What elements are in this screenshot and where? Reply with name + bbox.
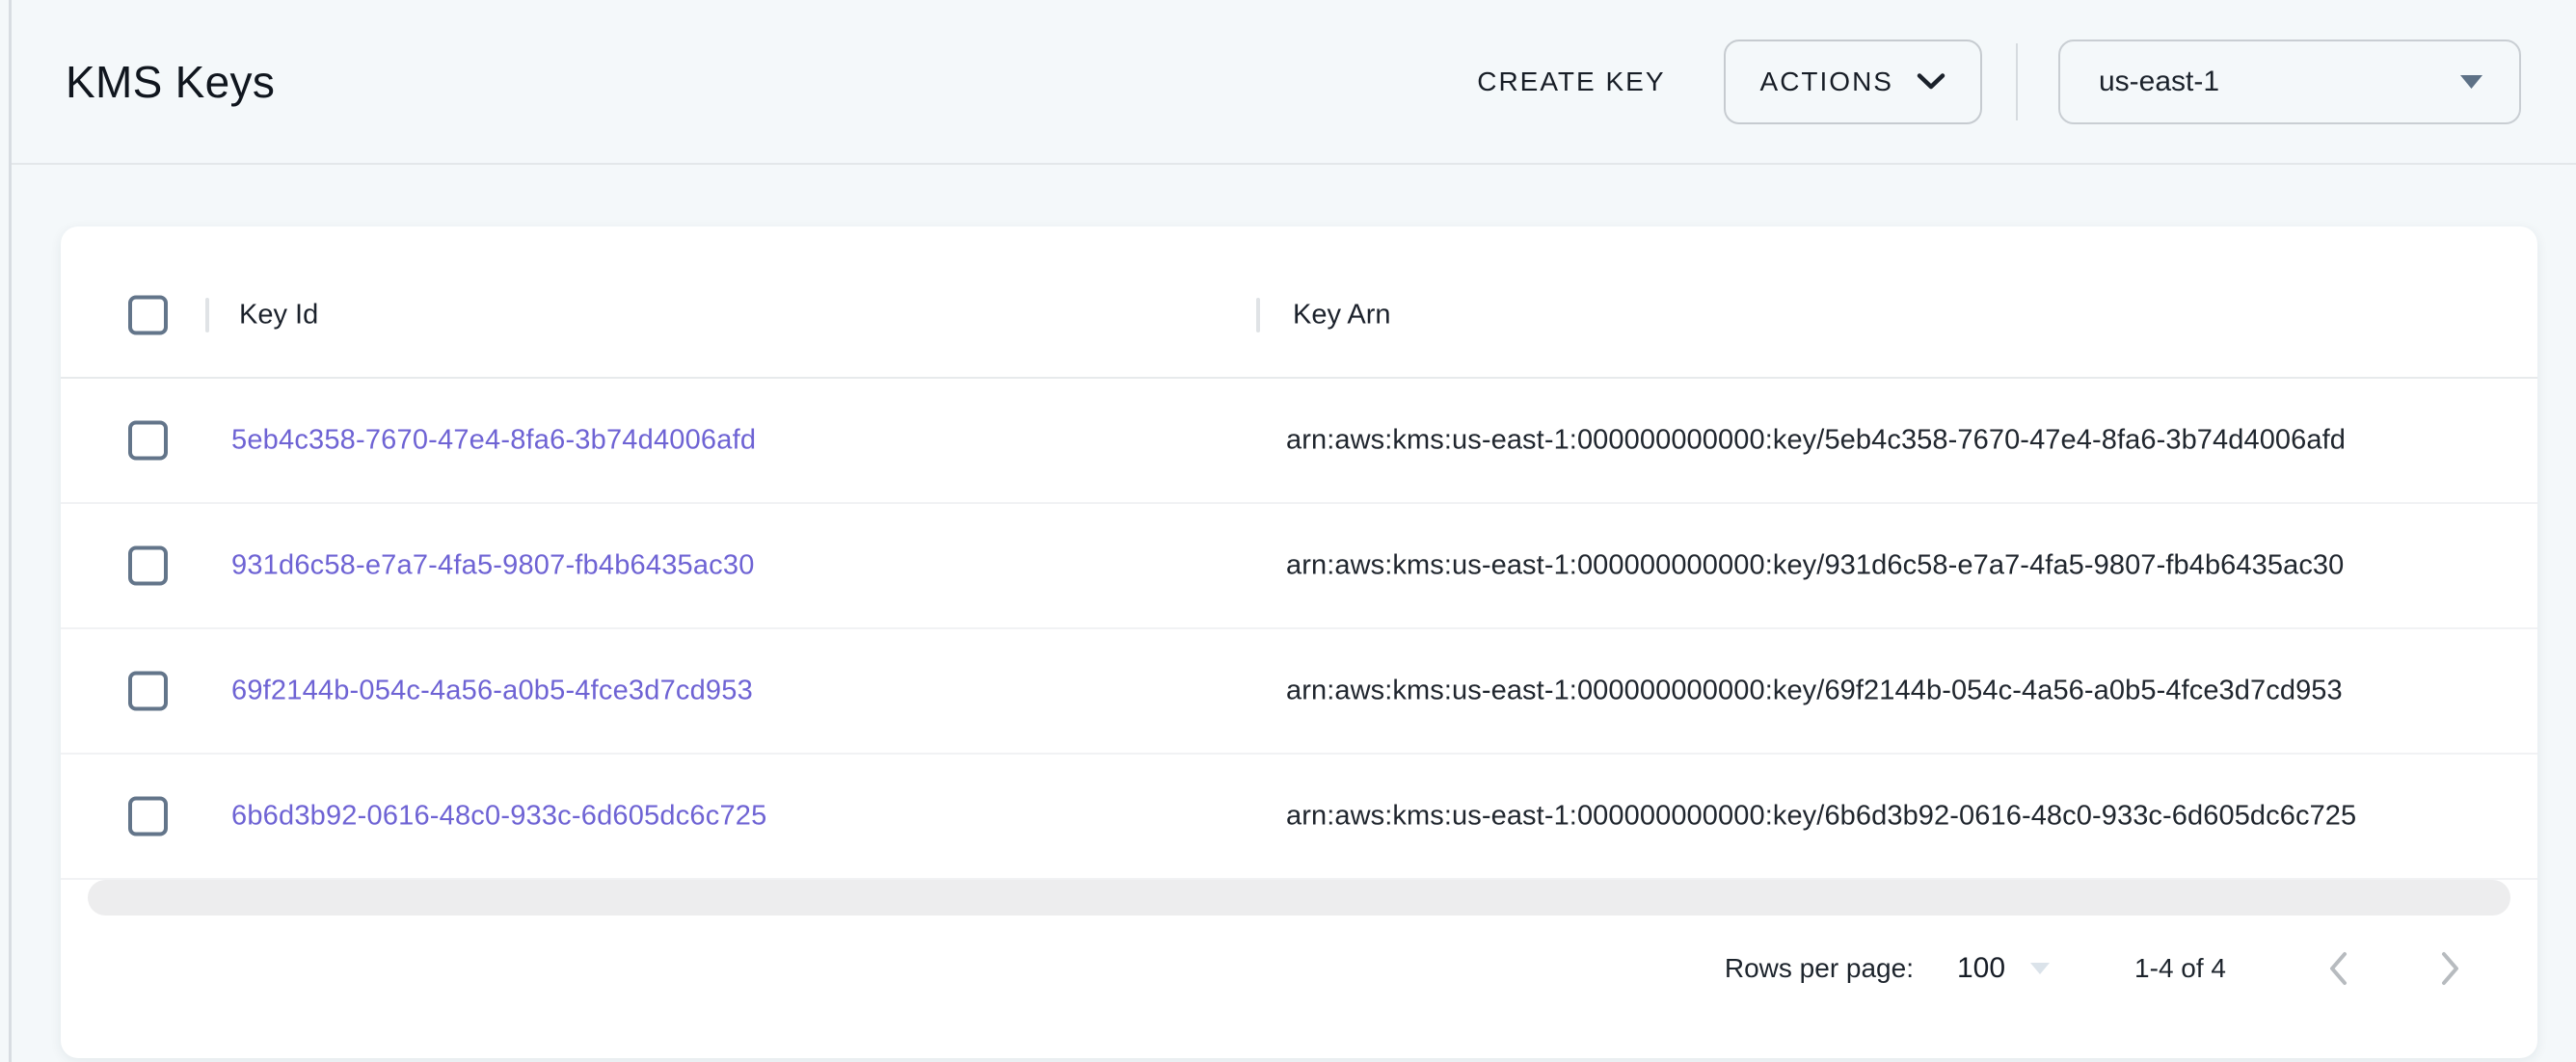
- table-row: 69f2144b-054c-4a56-a0b5-4fce3d7cd953 arn…: [61, 629, 2537, 755]
- rows-per-page-label: Rows per page:: [1725, 953, 1914, 984]
- select-all-checkbox[interactable]: [128, 296, 168, 335]
- header-actions: CREATE KEY ACTIONS us-east-1: [1477, 40, 2521, 124]
- column-separator: [205, 298, 209, 332]
- region-select-value: us-east-1: [2099, 66, 2219, 98]
- chevron-right-icon: [2440, 950, 2462, 987]
- page-header: KMS Keys CREATE KEY ACTIONS us-east-1: [12, 0, 2576, 165]
- table-row: 6b6d3b92-0616-48c0-933c-6d605dc6c725 arn…: [61, 755, 2537, 880]
- table-row: 931d6c58-e7a7-4fa5-9807-fb4b6435ac30 arn…: [61, 504, 2537, 629]
- column-header-key-id[interactable]: Key Id: [239, 300, 318, 332]
- key-id-link[interactable]: 931d6c58-e7a7-4fa5-9807-fb4b6435ac30: [231, 550, 755, 582]
- key-arn-text: arn:aws:kms:us-east-1:000000000000:key/9…: [1286, 550, 2344, 582]
- actions-button-label: ACTIONS: [1760, 66, 1893, 97]
- table-pagination: Rows per page: 100 1-4 of 4: [61, 916, 2537, 1022]
- table-header-row: Key Id Key Arn: [61, 253, 2537, 379]
- kms-keys-page: KMS Keys CREATE KEY ACTIONS us-east-1: [0, 0, 2576, 1062]
- key-id-link[interactable]: 69f2144b-054c-4a56-a0b5-4fce3d7cd953: [231, 676, 753, 707]
- previous-page-button[interactable]: [2318, 947, 2356, 990]
- rows-per-page-select[interactable]: 100: [1957, 952, 2050, 985]
- rows-per-page-value: 100: [1957, 952, 2005, 985]
- actions-menu-button[interactable]: ACTIONS: [1724, 40, 1982, 124]
- keys-table-card: Key Id Key Arn 5eb4c358-7670-47e4-8fa6-3…: [61, 226, 2537, 1058]
- row-checkbox[interactable]: [128, 421, 168, 461]
- dropdown-caret-icon: [2030, 963, 2050, 974]
- key-arn-text: arn:aws:kms:us-east-1:000000000000:key/6…: [1286, 801, 2356, 833]
- left-edge-divider: [9, 0, 12, 1062]
- chevron-down-icon: [1917, 72, 1945, 91]
- header-vertical-divider: [2016, 43, 2018, 120]
- table-row: 5eb4c358-7670-47e4-8fa6-3b74d4006afd arn…: [61, 379, 2537, 504]
- horizontal-scrollbar[interactable]: [88, 880, 2510, 916]
- key-arn-text: arn:aws:kms:us-east-1:000000000000:key/5…: [1286, 425, 2346, 457]
- dropdown-caret-icon: [2460, 75, 2482, 89]
- row-checkbox[interactable]: [128, 797, 168, 836]
- column-separator: [1256, 298, 1260, 332]
- pagination-range: 1-4 of 4: [2134, 953, 2226, 984]
- key-arn-text: arn:aws:kms:us-east-1:000000000000:key/6…: [1286, 676, 2343, 707]
- next-page-button[interactable]: [2431, 947, 2470, 990]
- row-checkbox[interactable]: [128, 672, 168, 711]
- chevron-left-icon: [2326, 950, 2348, 987]
- create-key-button[interactable]: CREATE KEY: [1477, 66, 1665, 97]
- page-title: KMS Keys: [66, 56, 275, 108]
- column-header-key-arn[interactable]: Key Arn: [1293, 300, 1391, 332]
- region-select[interactable]: us-east-1: [2058, 40, 2521, 124]
- key-id-link[interactable]: 6b6d3b92-0616-48c0-933c-6d605dc6c725: [231, 801, 766, 833]
- row-checkbox[interactable]: [128, 546, 168, 586]
- key-id-link[interactable]: 5eb4c358-7670-47e4-8fa6-3b74d4006afd: [231, 425, 756, 457]
